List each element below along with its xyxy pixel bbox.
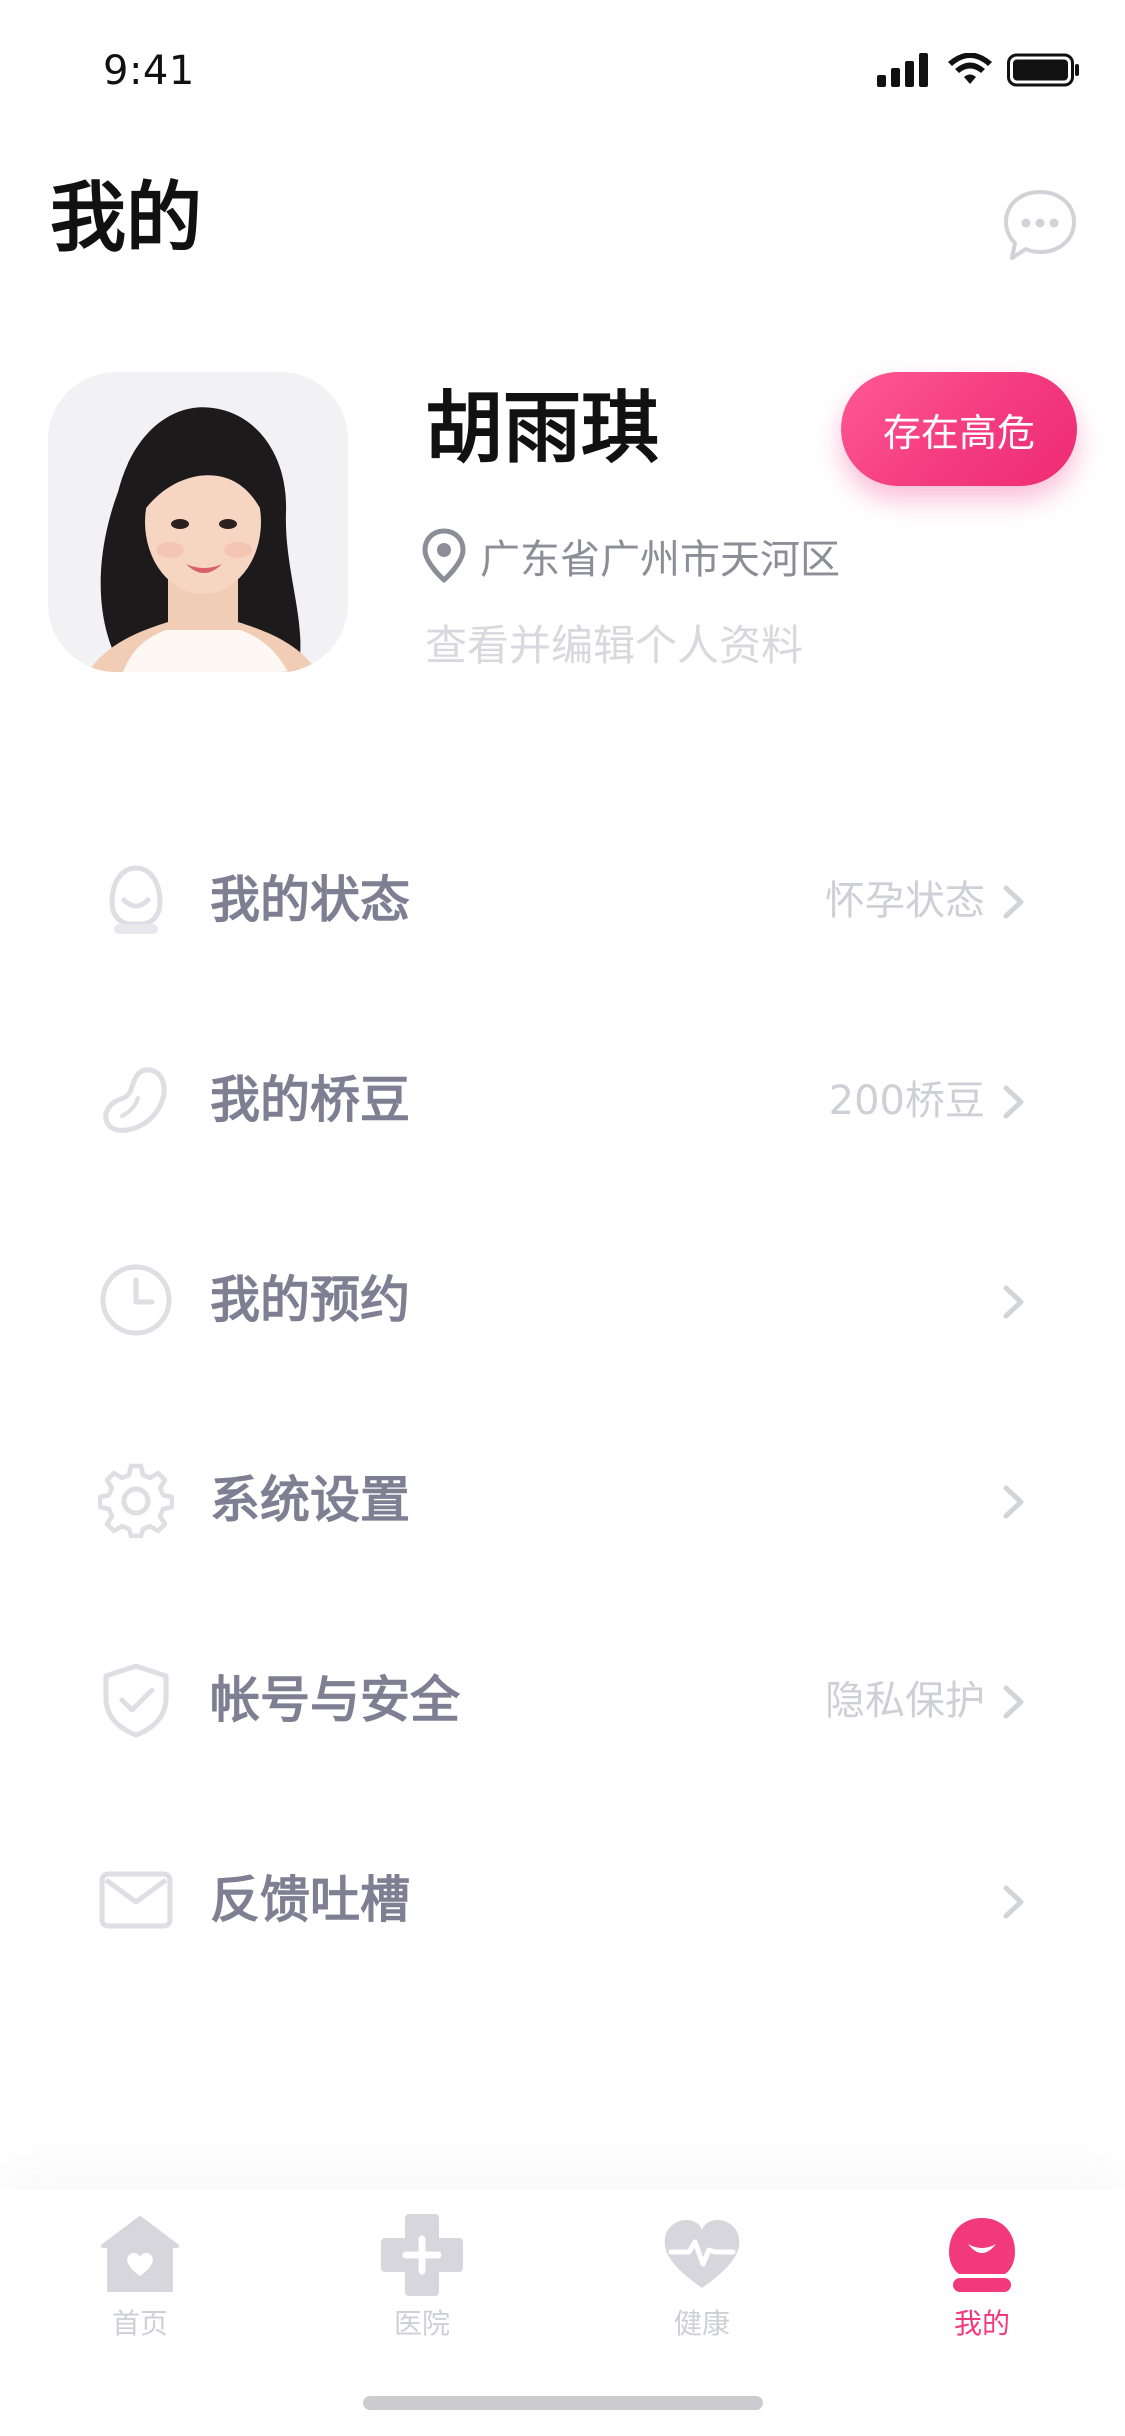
menu-label: 反馈吐槽 (210, 1871, 410, 1929)
status-time: 9:41 (103, 48, 195, 94)
status-icons (877, 52, 1081, 88)
mail-icon (98, 1862, 174, 1938)
chevron-right-icon (1003, 885, 1024, 919)
tab-label: 健康 (673, 2307, 730, 2340)
chevron-right-icon (1003, 1085, 1024, 1119)
menu-value: 200桥豆 (828, 1078, 985, 1124)
tab-hospital[interactable]: 医院 (332, 2214, 512, 2344)
risk-status-badge[interactable]: 存在高危 (841, 372, 1077, 486)
clock-icon (98, 1262, 174, 1338)
home-indicator (363, 2396, 763, 2410)
face-status-icon (98, 862, 174, 938)
chevron-right-icon (1003, 1485, 1024, 1519)
profile-icon (949, 2218, 1015, 2292)
menu-label: 系统设置 (210, 1471, 410, 1529)
edit-profile-link[interactable]: 查看并编辑个人资料 (425, 612, 803, 673)
tab-label: 医院 (393, 2307, 450, 2340)
gear-icon (97, 1462, 175, 1539)
menu-label: 我的桥豆 (210, 1071, 410, 1129)
chevron-right-icon (1003, 1685, 1024, 1719)
battery-icon (1007, 53, 1079, 87)
bean-icon (98, 1062, 174, 1138)
menu-value: 隐私保护 (825, 1678, 985, 1724)
avatar[interactable] (48, 372, 348, 672)
chevron-right-icon (1003, 1885, 1024, 1919)
user-name: 胡雨琪 (425, 384, 660, 474)
tab-home[interactable]: 首页 (50, 2214, 230, 2344)
location-text: 广东省广州市天河区 (480, 537, 840, 583)
signal-icon (877, 53, 928, 87)
hospital-cross-icon (381, 2214, 463, 2296)
tab-mine[interactable]: 我的 (892, 2214, 1072, 2344)
chevron-right-icon (1003, 1285, 1024, 1319)
menu-item-settings[interactable]: 系统设置 (0, 1400, 1125, 1600)
menu-label: 帐号与安全 (210, 1671, 460, 1729)
menu-item-feedback[interactable]: 反馈吐槽 (0, 1800, 1125, 2000)
chat-bubble-icon[interactable] (1002, 188, 1078, 264)
menu-label: 我的预约 (210, 1271, 410, 1329)
tab-health[interactable]: 健康 (612, 2214, 792, 2344)
menu-value: 怀孕状态 (825, 878, 985, 924)
heart-pulse-icon (664, 2219, 740, 2288)
menu-item-appointments[interactable]: 我的预约 (0, 1200, 1125, 1400)
menu-label: 我的状态 (210, 871, 410, 929)
location-row: 广东省广州市天河区 (420, 525, 840, 587)
wifi-icon (948, 53, 992, 84)
menu-item-beans[interactable]: 我的桥豆 200桥豆 (0, 1000, 1125, 1200)
page-title: 我的 (50, 173, 202, 262)
menu-item-status[interactable]: 我的状态 怀孕状态 (0, 800, 1125, 1000)
home-icon (101, 2216, 179, 2292)
tab-label: 首页 (111, 2307, 168, 2340)
menu-item-account-security[interactable]: 帐号与安全 隐私保护 (0, 1600, 1125, 1800)
location-pin-icon (422, 528, 466, 583)
shield-check-icon (98, 1662, 174, 1738)
tab-label: 我的 (953, 2307, 1010, 2340)
